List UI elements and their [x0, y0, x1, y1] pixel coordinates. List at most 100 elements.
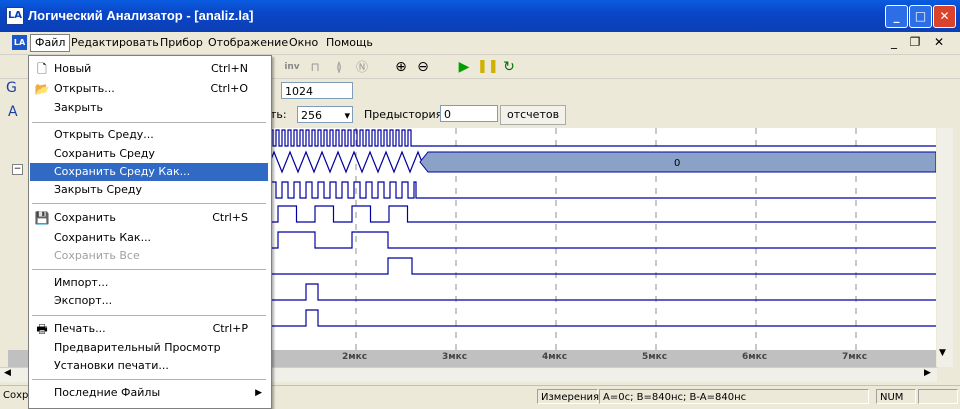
run-icon[interactable]: ▶ [455, 58, 473, 76]
samples-field[interactable]: 1024 [281, 82, 353, 99]
title-bar: LA Логический Анализатор - [analiz.la] _… [0, 0, 960, 32]
status-text: Сохр [3, 390, 29, 401]
save-disk-icon: 💾 [34, 211, 50, 225]
menu-separator [32, 122, 266, 123]
menu-item-print[interactable]: 🖶 Печать... Ctrl+P [30, 320, 268, 338]
menu-view[interactable]: Отображение [208, 36, 288, 49]
menu-item-label: Сохранить Среду [54, 147, 155, 160]
zoom-in-icon[interactable]: ⊕ [392, 58, 410, 76]
zoom-out-icon[interactable]: ⊖ [414, 58, 432, 76]
time-tick: 6мкс [742, 352, 768, 362]
depth-select[interactable]: 256 ▾ [297, 106, 353, 123]
scroll-left-icon[interactable]: ◀ [4, 368, 11, 378]
file-menu: 🗋 Новый Ctrl+N 📂 Открыть... Ctrl+O Закры… [28, 55, 272, 409]
menu-item-label: Сохранить Как... [54, 231, 152, 244]
minimize-button[interactable]: _ [885, 5, 908, 28]
menu-separator [32, 203, 266, 204]
menu-item-label: Сохранить Все [54, 249, 140, 262]
pretrigger-label: Предыстория: [364, 108, 446, 121]
scroll-right-icon[interactable]: ▶ [924, 368, 931, 378]
menu-item-open[interactable]: 📂 Открыть... Ctrl+O [30, 80, 268, 98]
depth-value: 256 [301, 109, 322, 122]
time-tick: 3мкс [442, 352, 468, 362]
menu-item-label: Открыть... [54, 82, 115, 95]
mdi-minimize-button[interactable]: _ [885, 34, 903, 50]
num-indicator: NUM [876, 389, 916, 404]
menu-file[interactable]: Файл [30, 34, 71, 52]
repeat-icon[interactable]: ↻ [500, 58, 518, 76]
printer-icon: 🖶 [36, 322, 48, 336]
invert-button[interactable]: inv [283, 58, 301, 76]
bus-value: 0 [674, 158, 680, 169]
menu-window[interactable]: Окно [289, 36, 318, 49]
open-folder-icon: 📂 [34, 82, 50, 96]
menu-help[interactable]: Помощь [326, 36, 373, 49]
menu-item-shortcut: Ctrl+P [212, 322, 248, 335]
pulse-icon[interactable]: ⊓ [306, 58, 324, 76]
chevron-down-icon: ▾ [344, 109, 350, 122]
pretrigger-field[interactable]: 0 [440, 105, 498, 122]
menu-item-save[interactable]: 💾 Сохранить Ctrl+S [30, 209, 268, 227]
n-marker-icon[interactable]: Ⓝ [353, 58, 371, 76]
menu-item-label: Новый [54, 62, 92, 75]
menu-item-print-setup[interactable]: Установки печати... [30, 357, 268, 375]
vertical-scrollbar[interactable]: ▼ [937, 128, 953, 367]
time-tick: 5мкс [642, 352, 668, 362]
mdi-restore-button[interactable]: ❐ [906, 34, 924, 50]
bus-icon[interactable]: ≬ [330, 58, 348, 76]
menu-separator [32, 379, 266, 380]
status-empty [918, 389, 958, 404]
menu-item-close-env[interactable]: Закрыть Среду [30, 181, 268, 199]
collapse-icon[interactable]: − [12, 164, 23, 175]
menu-edit[interactable]: Редактировать [71, 36, 159, 49]
time-tick: 7мкс [842, 352, 868, 362]
menu-item-label: Предварительный Просмотр [54, 341, 221, 354]
menu-item-shortcut: Ctrl+S [212, 211, 248, 224]
measure-label: Измерения [537, 389, 599, 404]
row3-letter: A [8, 104, 18, 120]
menu-item-label: Экспорт... [54, 294, 113, 307]
menu-item-save-env-as[interactable]: Сохранить Среду Как... [30, 163, 268, 181]
pause-icon[interactable]: ❚❚ [477, 58, 499, 76]
menu-item-import[interactable]: Импорт... [30, 274, 268, 292]
menu-item-label: Импорт... [54, 276, 109, 289]
menu-item-print-preview[interactable]: Предварительный Просмотр [30, 339, 268, 357]
menu-device[interactable]: Прибор [160, 36, 203, 49]
menu-item-label: Закрыть [54, 101, 103, 114]
menu-separator [32, 315, 266, 316]
samples-unit-label: отсчетов [500, 105, 567, 125]
menu-item-save-env[interactable]: Сохранить Среду [30, 145, 268, 163]
channel-panel: − [0, 128, 28, 368]
mdi-close-button[interactable]: ✕ [930, 34, 948, 50]
menu-item-close[interactable]: Закрыть [30, 99, 268, 117]
menu-item-shortcut: Ctrl+O [210, 82, 248, 95]
document-icon[interactable]: LA [12, 35, 27, 50]
menu-item-label: Сохранить [54, 211, 116, 224]
bus-trace [269, 150, 423, 174]
menu-item-label: Закрыть Среду [54, 183, 143, 196]
menu-item-new[interactable]: 🗋 Новый Ctrl+N [30, 60, 268, 78]
time-tick: 2мкс [342, 352, 368, 362]
menu-item-label: Печать... [54, 322, 106, 335]
row2-letter: G [6, 80, 17, 96]
window-title: Логический Анализатор - [analiz.la] [28, 8, 254, 23]
menu-item-export[interactable]: Экспорт... [30, 292, 268, 310]
menu-item-label: Сохранить Среду Как... [54, 165, 191, 178]
new-doc-icon: 🗋 [37, 62, 47, 76]
submenu-arrow-icon: ▶ [255, 388, 262, 398]
menu-item-open-env[interactable]: Открыть Среду... [30, 126, 268, 144]
menu-item-recent-files[interactable]: Последние Файлы ▶ [30, 384, 268, 402]
menu-item-shortcut: Ctrl+N [210, 62, 248, 75]
menu-separator [32, 269, 266, 270]
menu-item-save-all: Сохранить Все [30, 247, 268, 265]
measure-value: A=0с; B=840нс; B-A=840нс [599, 389, 869, 404]
depth-label: ть: [270, 108, 287, 121]
menu-item-label: Открыть Среду... [54, 128, 154, 141]
close-button[interactable]: ✕ [933, 5, 956, 28]
scroll-down-icon[interactable]: ▼ [939, 348, 946, 358]
maximize-button[interactable]: □ [909, 5, 932, 28]
time-tick: 4мкс [542, 352, 568, 362]
menu-bar: LA Файл Редактировать Прибор Отображение… [0, 33, 960, 55]
menu-item-label: Установки печати... [54, 359, 169, 372]
menu-item-save-as[interactable]: Сохранить Как... [30, 229, 268, 247]
